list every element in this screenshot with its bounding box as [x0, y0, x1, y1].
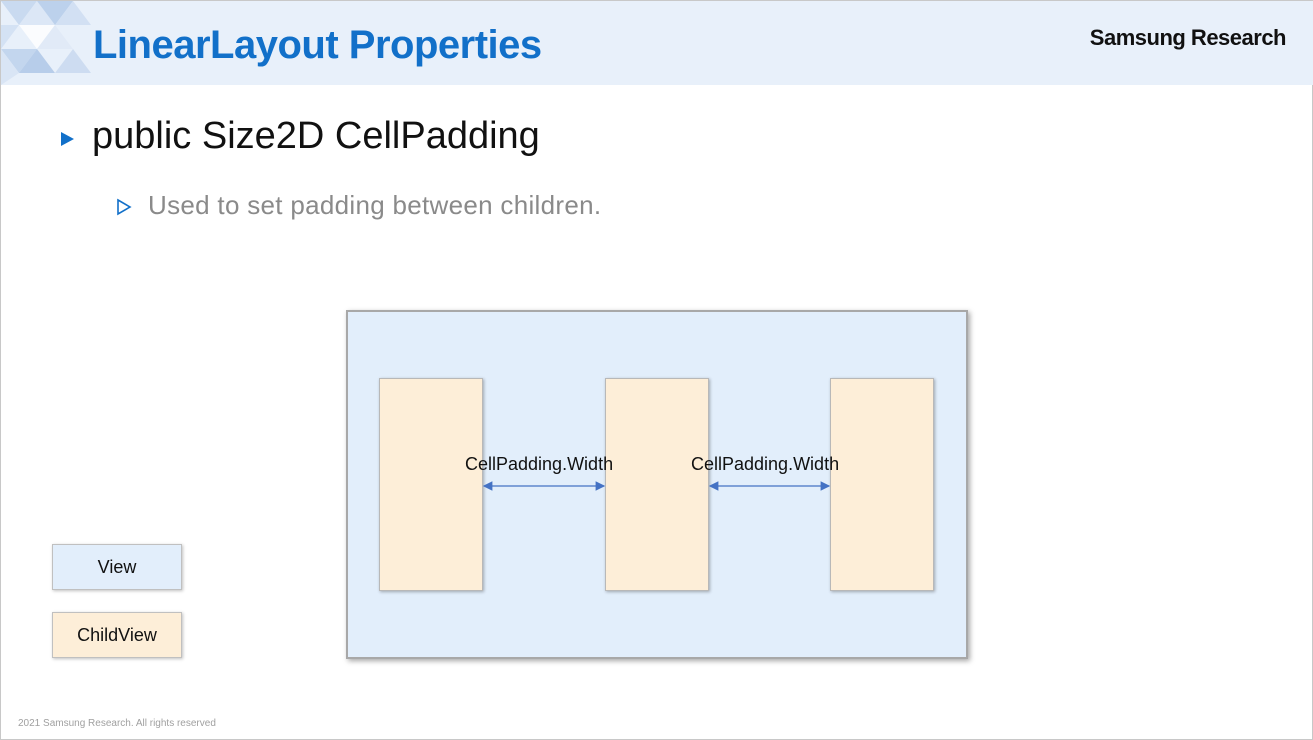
page-title: LinearLayout Properties	[93, 23, 542, 67]
padding-arrows	[482, 481, 831, 491]
legend-childview: ChildView	[52, 612, 182, 658]
bullet-main-text: public Size2D CellPadding	[92, 115, 540, 157]
legend-view-label: View	[97, 556, 137, 577]
legend-childview-label: ChildView	[77, 624, 157, 645]
legend-view: View	[52, 544, 182, 590]
outline-triangle-bullet-icon	[117, 198, 132, 215]
padding-label-1: CellPadding.Width	[465, 454, 614, 474]
padding-label-2: CellPadding.Width	[691, 454, 840, 474]
bullet-main: public Size2D CellPadding	[61, 115, 540, 158]
bullet-sub: Used to set padding between children.	[116, 190, 601, 221]
bullet-sub-text: Used to set padding between children.	[148, 190, 602, 220]
brand-logo: Samsung Research	[1089, 25, 1287, 50]
filled-triangle-bullet-icon	[61, 131, 74, 146]
triangle-pattern-icon	[1, 1, 91, 85]
view-container: CellPadding.Width CellPadding.Width	[346, 310, 968, 659]
footer-copyright: 2021 Samsung Research. All rights reserv…	[18, 718, 216, 729]
slide-header: LinearLayout Properties Samsung Research	[1, 1, 1313, 85]
slide: LinearLayout Properties Samsung Research…	[0, 0, 1313, 740]
